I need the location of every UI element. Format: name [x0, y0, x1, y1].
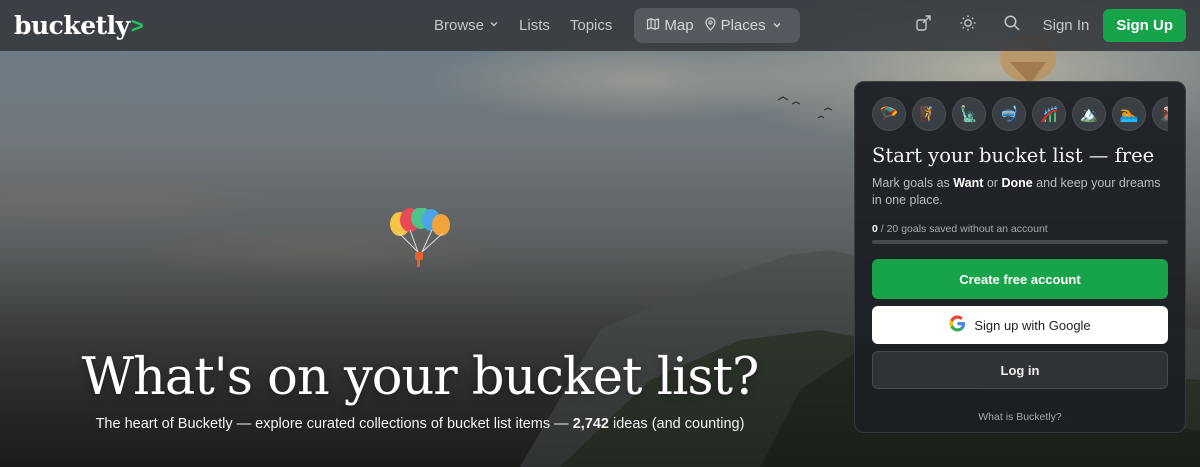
share-icon	[915, 14, 933, 37]
nav-actions: Sign In Sign Up	[897, 8, 1186, 43]
create-account-button[interactable]: Create free account	[872, 259, 1168, 299]
search-button[interactable]	[995, 9, 1029, 43]
primary-nav: Browse Lists Topics Map Places	[434, 8, 800, 43]
goal-emoji-chip[interactable]: 🎢	[1032, 97, 1066, 131]
card-desc-text: or	[983, 176, 1002, 190]
brand-chevron: >	[130, 12, 144, 38]
goal-emoji-chip[interactable]: 🏊	[1112, 97, 1146, 131]
goals-progress-label: / 20 goals saved without an account	[877, 223, 1048, 235]
signup-card: 🪂🧗🗽🤿🎢🏔️🏊🌋 Start your bucket list — free …	[854, 81, 1186, 433]
brand-name: bucketly	[14, 11, 130, 40]
sign-in-link[interactable]: Sign In	[1043, 17, 1090, 34]
nav-places[interactable]: Places	[704, 16, 786, 35]
nav-lists[interactable]: Lists	[519, 17, 550, 34]
goal-emoji-chip[interactable]: 🤿	[992, 97, 1026, 131]
done-label: Done	[1001, 176, 1033, 190]
log-in-button[interactable]: Log in	[872, 351, 1168, 389]
share-button[interactable]	[907, 9, 941, 43]
card-desc-text: Mark goals as	[872, 176, 954, 190]
goals-progress-text: 0 / 20 goals saved without an account	[872, 223, 1168, 235]
card-title: Start your bucket list — free	[872, 144, 1155, 167]
brand-logo[interactable]: bucketly >	[14, 11, 144, 40]
chevron-down-icon	[489, 19, 499, 32]
nav-map[interactable]: Map	[646, 17, 694, 35]
sign-up-button[interactable]: Sign Up	[1103, 9, 1186, 42]
want-label: Want	[953, 176, 984, 190]
google-signup-label: Sign up with Google	[974, 317, 1091, 333]
google-signup-button[interactable]: Sign up with Google	[872, 306, 1168, 344]
hero-title: What's on your bucket list?	[81, 348, 760, 407]
sun-icon	[959, 14, 977, 37]
nav-map-label: Map	[664, 17, 694, 34]
goal-emoji-row: 🪂🧗🗽🤿🎢🏔️🏊🌋	[872, 97, 1168, 131]
hero-subtitle-text: The heart of Bucketly — explore curated …	[95, 416, 573, 432]
goal-emoji-chip[interactable]: 🌋	[1152, 97, 1168, 131]
map-icon	[646, 17, 664, 35]
goal-emoji-chip[interactable]: 🪂	[872, 97, 906, 131]
goals-progress-bar	[872, 240, 1168, 244]
hero-subtitle: The heart of Bucketly — explore curated …	[0, 416, 840, 432]
card-description: Mark goals as Want or Done and keep your…	[872, 175, 1168, 209]
goal-emoji-chip[interactable]: 🧗	[912, 97, 946, 131]
nav-topics[interactable]: Topics	[570, 17, 613, 34]
nav-places-label: Places	[720, 17, 766, 34]
ideas-count: 2,742	[572, 416, 609, 432]
hero-subtitle-suffix: ideas (and counting)	[608, 416, 745, 432]
search-icon	[1003, 14, 1021, 37]
goal-emoji-chip[interactable]: 🗽	[952, 97, 986, 131]
nav-browse[interactable]: Browse	[434, 17, 499, 34]
map-pin-icon	[704, 16, 721, 35]
theme-toggle-button[interactable]	[951, 9, 985, 43]
parachute-illustration	[388, 207, 452, 275]
google-icon	[949, 315, 974, 335]
top-navbar: bucketly > Browse Lists Topics Map Places	[0, 0, 1200, 51]
goal-emoji-chip[interactable]: 🏔️	[1072, 97, 1106, 131]
map-places-group: Map Places	[634, 8, 800, 43]
chevron-down-icon	[772, 17, 786, 34]
what-is-bucketly-link[interactable]: What is Bucketly?	[872, 411, 1168, 423]
nav-browse-label: Browse	[434, 17, 485, 34]
